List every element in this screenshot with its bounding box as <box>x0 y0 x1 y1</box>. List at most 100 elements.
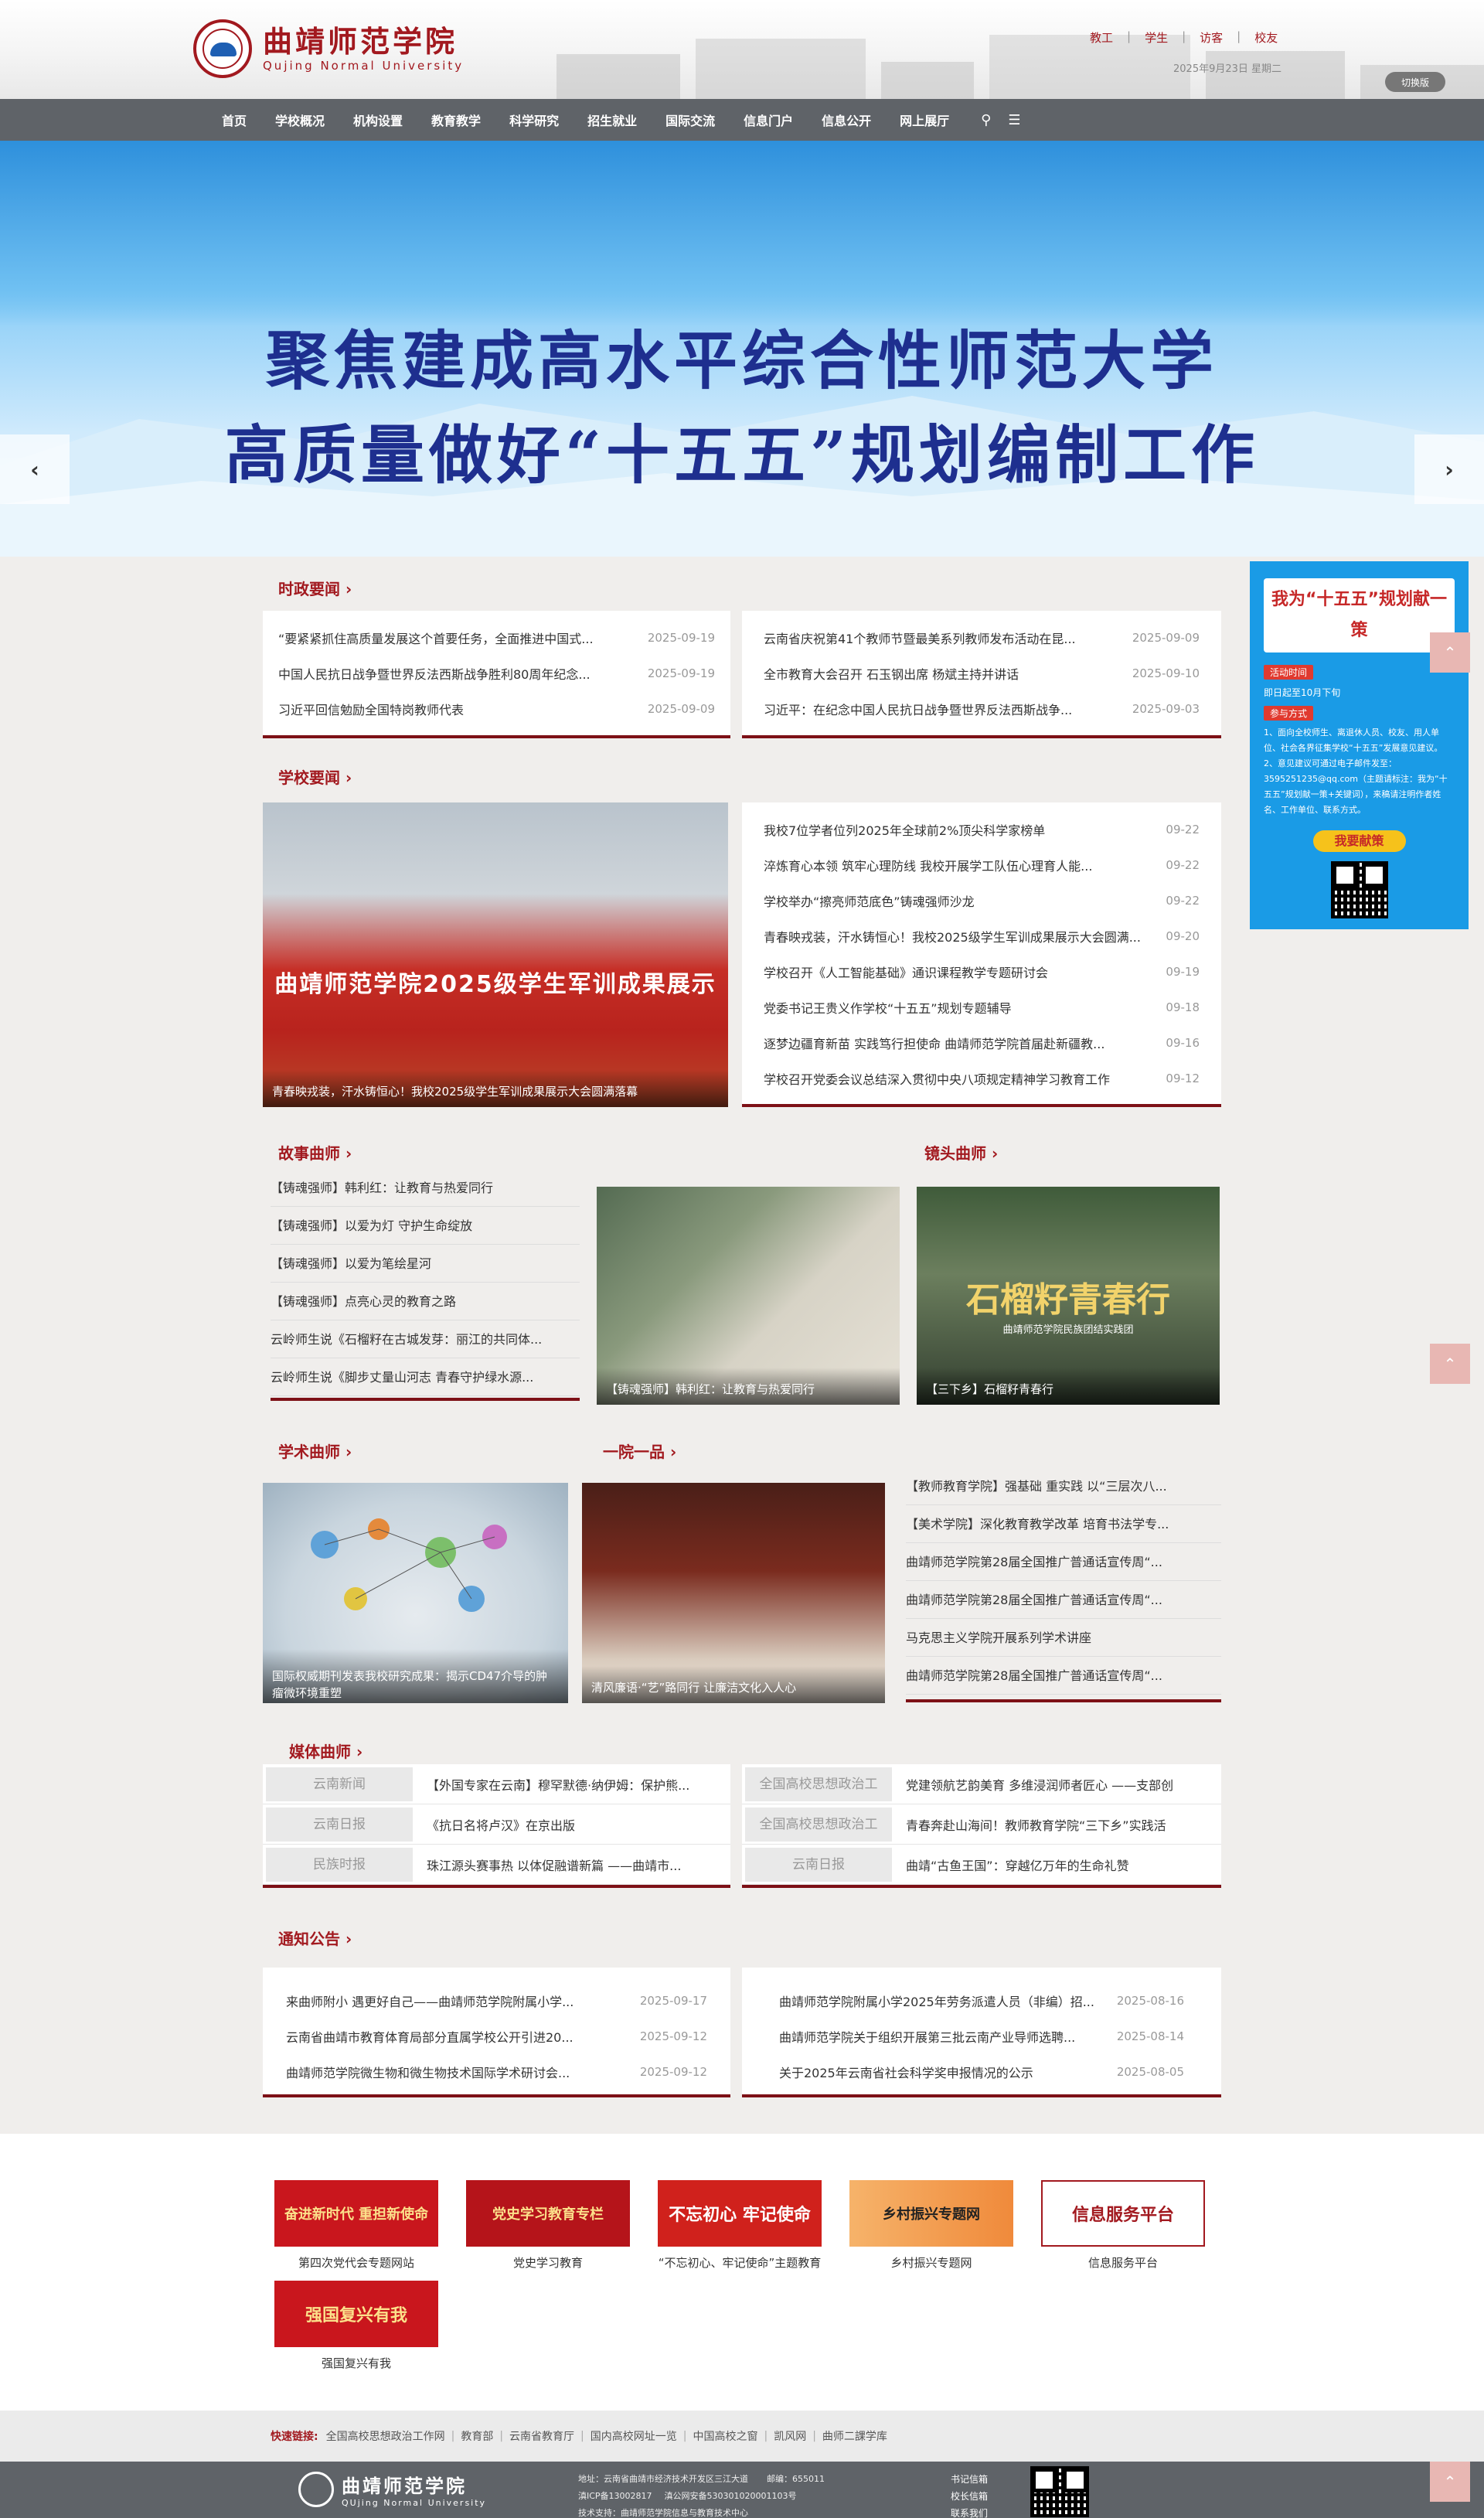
planning-suggestion-ad[interactable]: 我为“十五五”规划献一策 活动时间 即日起至10月下旬 参与方式 1、面向全校师… <box>1250 561 1469 929</box>
list-item[interactable]: 习近平：在纪念中国人民抗日战争暨世界反法西斯战争... 2025-09-03 <box>764 691 1200 727</box>
topic-link-rural-revitalization[interactable]: 乡村振兴专题网 乡村振兴专题网 <box>849 2180 1013 2271</box>
list-item[interactable]: 曲靖师范学院关于组织开展第三批云南产业导师选聘... 2025-08-14 <box>779 2019 1184 2054</box>
quick-link[interactable]: 曲师二課学库 <box>822 2428 887 2444</box>
nav-research[interactable]: 科学研究 <box>509 111 559 129</box>
ad-time: 即日起至10月下旬 <box>1264 687 1341 698</box>
school-news-photo[interactable]: 曲靖师范学院2025级学生军训成果展示 青春映戎装，汗水铸恒心！我校2025级学… <box>263 802 728 1107</box>
lens-photo[interactable]: 石榴籽青春行 曲靖师范学院民族团结实践团 【三下乡】石榴籽青春行 <box>917 1187 1220 1405</box>
list-item[interactable]: 民族时报 珠江源头赛事热 以体促融谱新篇 ——曲靖市... <box>263 1845 730 1885</box>
list-item[interactable]: 云岭师生说《脚步丈量山河志 青春守护绿水源... <box>271 1358 580 1396</box>
topic-link-party-history[interactable]: 党史学习教育专栏 党史学习教育 <box>466 2180 630 2271</box>
topic-link-info-platform[interactable]: 信息服务平台 信息服务平台 <box>1041 2180 1205 2271</box>
section-title-media[interactable]: 媒体曲师 <box>289 1739 362 1762</box>
stories-photo[interactable]: 【铸魂强师】韩利红：让教育与热爱同行 <box>597 1187 900 1405</box>
list-item[interactable]: 云南日报 《抗日名将卢汉》在京出版 <box>263 1804 730 1845</box>
section-title-politics[interactable]: 时政要闻 <box>278 577 352 599</box>
list-item[interactable]: 曲靖师范学院第28届全国推广普通话宣传周“... <box>906 1657 1221 1695</box>
list-item[interactable]: “要紧紧抓住高质量发展这个首要任务，全面推进中国式... 2025-09-19 <box>278 620 715 656</box>
list-item[interactable]: 学校举办“擦亮师范底色”铸魂强师沙龙 09-22 <box>764 883 1200 918</box>
quick-link[interactable]: 云南省教育厅 <box>509 2428 574 2444</box>
quick-link[interactable]: 国内高校网址一览 <box>591 2428 677 2444</box>
media-left-list: 云南新闻 【外国专家在云南】穆罕默德·纳伊姆：保护熊... 云南日报 《抗日名将卢汉… <box>263 1764 730 1888</box>
list-item[interactable]: 曲靖师范学院第28届全国推广普通话宣传周“... <box>906 1581 1221 1619</box>
topic-link-rejuvenation[interactable]: 强国复兴有我 强国复兴有我 <box>274 2281 438 2371</box>
nav-international[interactable]: 国际交流 <box>665 111 715 129</box>
footer-link-president[interactable]: 校长信箱 <box>951 2488 988 2505</box>
list-item[interactable]: 我校7位学者位列2025年全球前2%顶尖科学家榜单 09-22 <box>764 812 1200 847</box>
list-item[interactable]: 党委书记王贵义作学校“十五五”规划专题辅导 09-18 <box>764 990 1200 1025</box>
list-item[interactable]: 逐梦边疆育新苗 实践笃行担使命 曲靖师范学院首届赴新疆教... 09-16 <box>764 1025 1200 1061</box>
section-title-college[interactable]: 一院一品 <box>603 1440 676 1462</box>
academic-photo[interactable]: 国际权威期刊发表我校研究成果：揭示CD47介导的肿瘤微环境重塑 <box>263 1483 568 1703</box>
scroll-up-button[interactable]: ⌃ <box>1430 1344 1470 1384</box>
nav-home[interactable]: 首页 <box>222 111 247 129</box>
search-icon[interactable]: ⚲ <box>981 112 991 128</box>
site-logo[interactable]: 曲靖师范学院 Qujing Normal University <box>193 17 502 80</box>
section-title-school-news[interactable]: 学校要闻 <box>278 765 352 788</box>
list-item[interactable]: 云南日报 曲靖“古鱼王国”：穿越亿万年的生命礼赞 <box>742 1845 1221 1885</box>
suggest-button[interactable]: 我要献策 <box>1312 830 1406 852</box>
list-item[interactable]: 【铸魂强师】韩利红：让教育与热爱同行 <box>271 1169 580 1207</box>
nav-admissions[interactable]: 招生就业 <box>587 111 637 129</box>
list-item[interactable]: 关于2025年云南省社会科学奖申报情况的公示 2025-08-05 <box>779 2054 1184 2090</box>
quick-link[interactable]: 教育部 <box>461 2428 493 2444</box>
section-title-lens[interactable]: 镜头曲师 <box>924 1141 998 1164</box>
banner-next-button[interactable]: › <box>1414 434 1484 504</box>
link-staff[interactable]: 教工 <box>1090 29 1113 46</box>
list-item[interactable]: 【铸魂强师】点亮心灵的教育之路 <box>271 1283 580 1320</box>
list-item[interactable]: 习近平回信勉励全国特岗教师代表 2025-09-09 <box>278 691 715 727</box>
list-item[interactable]: 【教师教育学院】强基础 重实践 以“三层次八... <box>906 1467 1221 1505</box>
list-item[interactable]: 青春映戎装，汗水铸恒心！我校2025级学生军训成果展示大会圆满... 09-20 <box>764 918 1200 954</box>
list-item[interactable]: 云南新闻 【外国专家在云南】穆罕默德·纳伊姆：保护熊... <box>263 1764 730 1804</box>
nav-education[interactable]: 教育教学 <box>431 111 481 129</box>
link-alumni[interactable]: 校友 <box>1254 29 1278 46</box>
footer-link-contact[interactable]: 联系我们 <box>951 2505 988 2518</box>
photo-caption: 【铸魂强师】韩利红：让教育与热爱同行 <box>597 1368 900 1405</box>
quick-link[interactable]: 中国高校之窗 <box>693 2428 757 2444</box>
list-item[interactable]: 全国高校思想政治工 青春奔赴山海间！教师教育学院“三下乡”实践活 <box>742 1804 1221 1845</box>
quick-link[interactable]: 凯风网 <box>774 2428 806 2444</box>
list-item[interactable]: 【铸魂强师】以爱为灯 守护生命绽放 <box>271 1207 580 1245</box>
college-photo[interactable]: 清风廉语·“艺”路同行 让廉洁文化入人心 <box>582 1483 885 1703</box>
nav-about[interactable]: 学校概况 <box>275 111 325 129</box>
media-source: 云南日报 <box>266 1807 413 1842</box>
footer-icp[interactable]: 滇ICP备13002817 <box>578 2491 652 2501</box>
banner-prev-button[interactable]: ‹ <box>0 434 70 504</box>
topic-link-original-aspiration[interactable]: 不忘初心 牢记使命 “不忘初心、牢记使命”主题教育 <box>658 2180 822 2271</box>
list-item[interactable]: 学校召开《人工智能基础》通识课程教学专题研讨会 09-19 <box>764 954 1200 990</box>
list-item[interactable]: 曲靖师范学院微生物和微生物技术国际学术研讨会... 2025-09-12 <box>286 2054 707 2090</box>
list-item[interactable]: 云岭师生说《石榴籽在古城发芽：丽江的共同体... <box>271 1320 580 1358</box>
back-to-top-button[interactable]: ⌃ <box>1430 2462 1470 2502</box>
list-item[interactable]: 学校召开党委会议总结深入贯彻中央八项规定精神学习教育工作 09-12 <box>764 1061 1200 1096</box>
section-title-notices[interactable]: 通知公告 <box>278 1927 352 1949</box>
list-item[interactable]: 曲靖师范学院附属小学2025年劳务派遣人员（非编）招... 2025-08-16 <box>779 1983 1184 2019</box>
list-item[interactable]: 淬炼育心本领 筑牢心理防线 我校开展学工队伍心理育人能... 09-22 <box>764 847 1200 883</box>
list-item[interactable]: 曲靖师范学院第28届全国推广普通话宣传周“... <box>906 1543 1221 1581</box>
quick-link[interactable]: 全国高校思想政治工作网 <box>326 2428 445 2444</box>
list-item[interactable]: 来曲师附小 遇更好自己——曲靖师范学院附属小学... 2025-09-17 <box>286 1983 707 2019</box>
list-item[interactable]: 全市教育大会召开 石玉钢出席 杨斌主持并讲话 2025-09-10 <box>764 656 1200 691</box>
section-title-academic[interactable]: 学术曲师 <box>278 1440 352 1462</box>
link-visitors[interactable]: 访客 <box>1200 29 1223 46</box>
list-item[interactable]: 云南省庆祝第41个教师节暨最美系列教师发布活动在昆... 2025-09-09 <box>764 620 1200 656</box>
list-item[interactable]: 马克思主义学院开展系列学术讲座 <box>906 1619 1221 1657</box>
list-item[interactable]: 中国人民抗日战争暨世界反法西斯战争胜利80周年纪念... 2025-09-19 <box>278 656 715 691</box>
nav-portal[interactable]: 信息门户 <box>744 111 793 129</box>
nav-organization[interactable]: 机构设置 <box>353 111 403 129</box>
nav-disclosure[interactable]: 信息公开 <box>822 111 871 129</box>
link-students[interactable]: 学生 <box>1145 29 1168 46</box>
back-to-top-button[interactable]: ⌃ <box>1430 632 1470 673</box>
list-item[interactable]: 云南省曲靖市教育体育局部分直属学校公开引进20... 2025-09-12 <box>286 2019 707 2054</box>
section-title-stories[interactable]: 故事曲师 <box>278 1141 352 1164</box>
footer-link-secretary[interactable]: 书记信箱 <box>951 2471 988 2488</box>
footer-logo: 曲靖师范学院 QUjing Normal University <box>298 2471 486 2508</box>
topic-link-congress[interactable]: 奋进新时代 重担新使命 第四次党代会专题网站 <box>274 2180 438 2271</box>
list-item[interactable]: 全国高校思想政治工 党建领航艺韵美育 多维浸润师者匠心 ——支部创 <box>742 1764 1221 1804</box>
version-switch-button[interactable]: 切换版 <box>1385 72 1445 92</box>
footer-links: 书记信箱 校长信箱 联系我们 <box>951 2471 988 2518</box>
list-item[interactable]: 【美术学院】深化教育教学改革 培育书法学专... <box>906 1505 1221 1543</box>
menu-icon[interactable]: ☰ <box>1008 112 1020 128</box>
nav-exhibition[interactable]: 网上展厅 <box>900 111 949 129</box>
footer-police[interactable]: 滇公网安备530301020001103号 <box>665 2491 797 2501</box>
list-item[interactable]: 【铸魂强师】以爱为笔绘星河 <box>271 1245 580 1283</box>
